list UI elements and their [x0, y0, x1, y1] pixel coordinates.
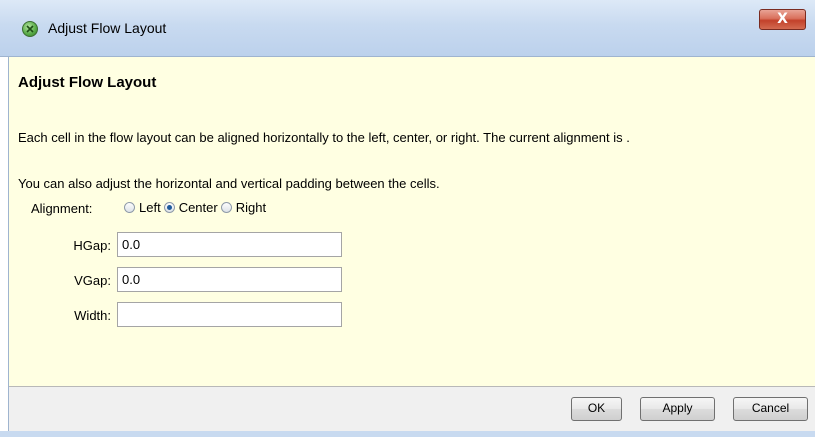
- window-frame-bottom: [0, 431, 815, 437]
- cancel-button[interactable]: Cancel: [733, 397, 808, 421]
- radio-left-label: Left: [139, 200, 161, 215]
- window-title: Adjust Flow Layout: [48, 20, 167, 36]
- padding-description-text: You can also adjust the horizontal and v…: [18, 176, 440, 191]
- page-heading: Adjust Flow Layout: [18, 74, 157, 91]
- vgap-field[interactable]: 0.0: [117, 267, 342, 292]
- radio-left-button[interactable]: [124, 202, 135, 213]
- radio-right[interactable]: Right: [220, 200, 267, 215]
- radio-right-button[interactable]: [220, 202, 232, 213]
- vgap-label: VGap:: [74, 273, 111, 288]
- close-button[interactable]: X: [759, 9, 806, 30]
- radio-center-label: Center: [178, 200, 218, 215]
- description-text: Each cell in the flow layout can be alig…: [18, 130, 630, 145]
- radio-center[interactable]: Center: [163, 200, 218, 215]
- alignment-label: Alignment:: [31, 201, 93, 216]
- alignment-radio-group: Left Center Right: [124, 200, 269, 215]
- content-panel: [9, 57, 815, 386]
- hgap-field[interactable]: 0.0: [117, 232, 342, 257]
- dialog-window: Adjust Flow Layout X Adjust Flow Layout …: [0, 0, 815, 437]
- radio-right-label: Right: [235, 200, 267, 215]
- hgap-label: HGap:: [73, 238, 111, 253]
- radio-left[interactable]: Left: [124, 200, 161, 215]
- ok-button[interactable]: OK: [571, 397, 622, 421]
- app-icon: [22, 21, 38, 37]
- width-field[interactable]: [117, 302, 342, 327]
- width-label: Width:: [74, 308, 111, 323]
- apply-button[interactable]: Apply: [640, 397, 715, 421]
- title-bar[interactable]: Adjust Flow Layout X: [0, 0, 815, 57]
- radio-center-button[interactable]: [163, 202, 175, 213]
